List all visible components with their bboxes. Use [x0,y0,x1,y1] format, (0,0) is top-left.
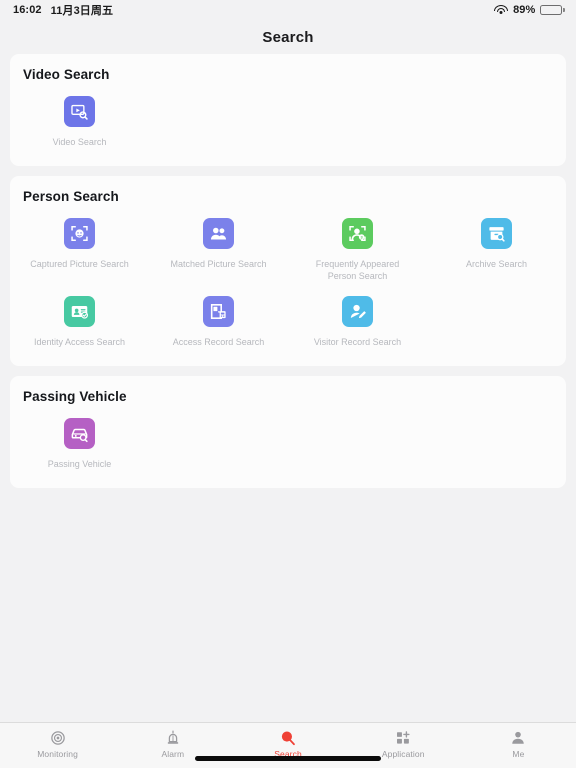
grid-item-placeholder [149,410,288,476]
tab-monitoring[interactable]: Monitoring [0,729,115,759]
search-magnifier-icon [280,729,296,746]
status-bar-left: 16:02 11月3日周五 [13,2,113,18]
status-bar-right: 89% [494,4,565,16]
frequent-person-icon: 3 [349,225,366,242]
door-access-icon [210,304,226,319]
tab-alarm[interactable]: Alarm [115,729,230,759]
section-title: Video Search [23,67,110,82]
home-indicator [195,756,381,761]
face-capture-icon-tile [64,218,95,249]
grid-item-label: Identity Access Search [33,337,126,347]
grid-item-placeholder [427,288,566,354]
grid-item-frequently-appeared-person-search[interactable]: 3 Frequently Appeared Person Search [288,210,427,288]
grid-item-label: Frequently Appeared Person Search [315,259,400,281]
grid-item-identity-access-search[interactable]: Identity Access Search [10,288,149,354]
grid-item-archive-search[interactable]: Archive Search [427,210,566,288]
app-screen: 16:02 11月3日周五 89% Search Video Search Vi… [0,0,576,768]
grid-item-placeholder [288,410,427,476]
grid-item-access-record-search[interactable]: Access Record Search [149,288,288,354]
grid-item-label: Captured Picture Search [30,259,129,269]
archive-icon-tile [481,218,512,249]
grid-item-placeholder [288,88,427,154]
grid-item-video-search[interactable]: Video Search [10,88,149,154]
monitoring-icon [50,729,66,746]
grid-item-label: Access Record Search [172,337,265,347]
tab-label: Me [512,749,525,759]
id-card-check-icon [71,305,89,319]
status-time: 16:02 [13,4,42,16]
wifi-icon [494,4,509,16]
face-capture-icon [71,225,88,242]
tab-me[interactable]: Me [461,729,576,759]
section-grid: Video Search [10,88,566,154]
tab-label: Alarm [161,749,185,759]
tab-label: Monitoring [37,749,78,759]
car-search-icon [71,428,88,443]
archive-icon [489,227,505,242]
tab-application[interactable]: Application [346,729,461,759]
grid-item-label: Passing Vehicle [47,459,112,469]
tab-search[interactable]: Search [230,729,345,759]
grid-item-passing-vehicle[interactable]: Passing Vehicle [10,410,149,476]
application-grid-icon [395,729,411,746]
section-title: Person Search [23,189,119,204]
grid-item-placeholder [427,410,566,476]
alarm-siren-icon [165,729,181,746]
id-card-check-icon-tile [64,296,95,327]
grid-item-label: Matched Picture Search [170,259,267,269]
section-card-passing-vehicle: Passing Vehicle Passing Vehicle [10,376,566,488]
content-scroll-area[interactable]: Video Search Video Search Person Search … [0,54,576,722]
video-search-icon [71,104,88,120]
grid-item-visitor-record-search[interactable]: Visitor Record Search [288,288,427,354]
tab-bar: Monitoring Alarm Search Application Me [0,722,576,768]
visitor-pen-icon [350,304,366,319]
people-icon [210,227,227,240]
section-card-video-search: Video Search Video Search [10,54,566,166]
people-icon-tile [203,218,234,249]
navigation-bar: Search [0,20,576,54]
grid-item-label: Visitor Record Search [313,337,402,347]
frequent-person-icon-tile: 3 [342,218,373,249]
section-grid: Captured Picture Search Matched Picture … [10,210,566,354]
page-title: Search [262,28,314,46]
section-card-person-search: Person Search Captured Picture Search Ma… [10,176,566,366]
battery-icon [540,4,565,16]
car-search-icon-tile [64,418,95,449]
grid-item-matched-picture-search[interactable]: Matched Picture Search [149,210,288,288]
grid-item-label: Archive Search [465,259,528,269]
grid-item-placeholder [149,88,288,154]
grid-item-placeholder [427,88,566,154]
tab-label: Application [381,749,425,759]
video-search-icon-tile [64,96,95,127]
grid-item-label: Video Search [52,137,107,147]
door-access-icon-tile [203,296,234,327]
section-title: Passing Vehicle [23,389,127,404]
me-person-icon [510,729,526,746]
visitor-pen-icon-tile [342,296,373,327]
battery-percent-label: 89% [513,4,536,16]
status-bar: 16:02 11月3日周五 89% [0,0,576,20]
status-date: 11月3日周五 [50,5,114,17]
grid-item-captured-picture-search[interactable]: Captured Picture Search [10,210,149,288]
section-grid: Passing Vehicle [10,410,566,476]
